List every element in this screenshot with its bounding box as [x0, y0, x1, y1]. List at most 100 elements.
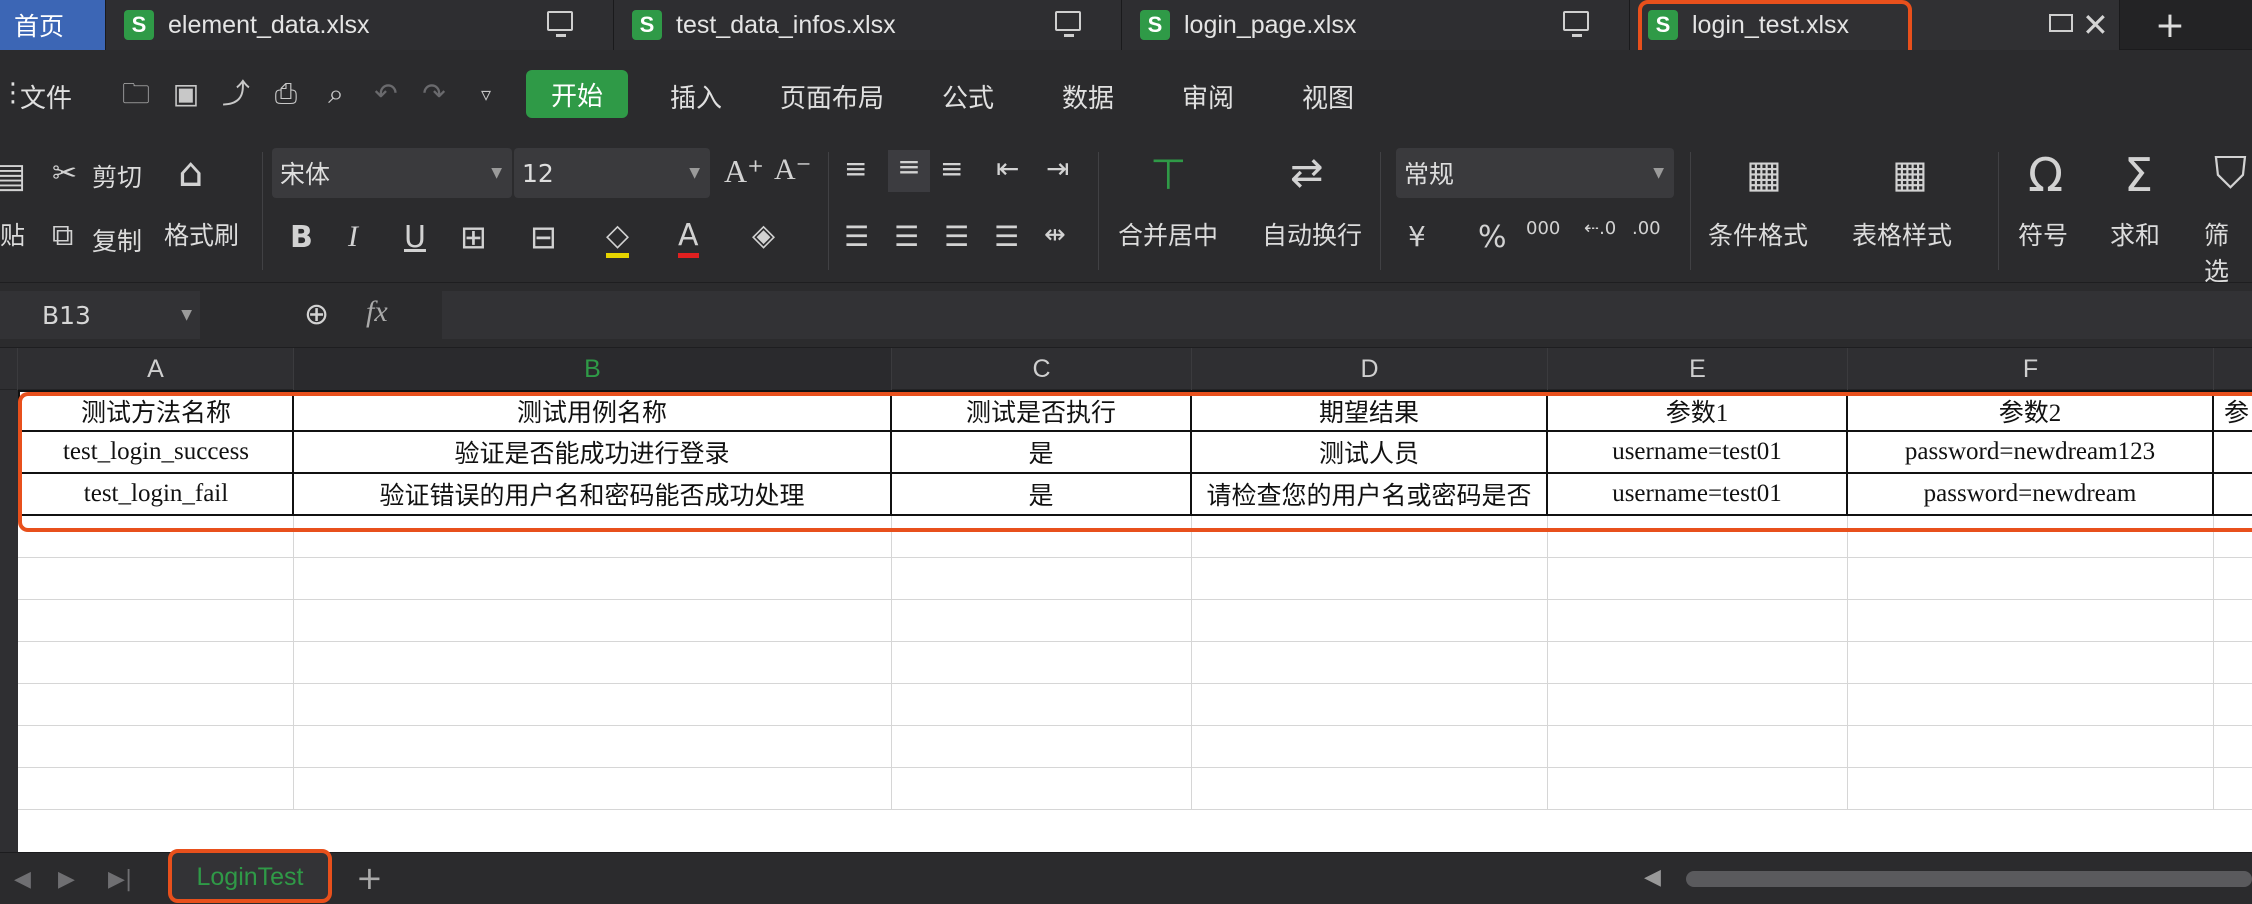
empty-cell[interactable] [1848, 726, 2214, 768]
export-icon[interactable]: ⤴ [220, 78, 252, 110]
increase-decimal-icon[interactable]: ⇠.0 [1584, 218, 1616, 239]
decrease-font-icon[interactable]: A⁻ [774, 152, 812, 187]
empty-cell[interactable] [294, 642, 892, 684]
empty-cell[interactable] [1848, 600, 2214, 642]
next-sheet-icon[interactable]: ▶ [58, 867, 75, 892]
menu-tab-formulas[interactable]: 公式 [942, 78, 994, 115]
monitor-icon[interactable] [1055, 11, 1081, 37]
empty-cell[interactable] [294, 684, 892, 726]
undo-icon[interactable]: ↶ [370, 78, 402, 110]
empty-cell[interactable] [2214, 726, 2252, 768]
scroll-left-icon[interactable]: ◀ [1644, 865, 1661, 890]
empty-cell[interactable] [2214, 600, 2252, 642]
empty-cell[interactable] [892, 768, 1192, 810]
copy-icon[interactable]: ⧉ [52, 218, 73, 253]
outdent-icon[interactable]: ⇤ [996, 152, 1019, 185]
font-size-select[interactable]: 12 ▼ [514, 148, 710, 198]
conditional-format-button[interactable]: 条件格式 [1708, 216, 1808, 252]
thousands-button[interactable]: 000 [1526, 218, 1560, 239]
empty-cell[interactable] [2214, 642, 2252, 684]
empty-cell[interactable] [294, 768, 892, 810]
menu-tab-page-layout[interactable]: 页面布局 [780, 78, 884, 115]
empty-cell[interactable] [294, 558, 892, 600]
menu-tab-insert[interactable]: 插入 [670, 78, 722, 115]
monitor-icon[interactable] [2049, 14, 2073, 32]
customize-toolbar-icon[interactable]: ▿ [470, 78, 502, 110]
last-sheet-icon[interactable]: ▶| [108, 867, 132, 892]
align-center-icon[interactable]: ☰ [894, 220, 919, 253]
symbol-button[interactable]: 符号 [2018, 216, 2068, 252]
wrap-text-icon[interactable]: ⇄ [1290, 150, 1324, 196]
empty-cell[interactable] [1848, 558, 2214, 600]
distributed-icon[interactable]: ⇹ [1044, 220, 1066, 250]
name-box[interactable]: B13 ▼ [0, 291, 200, 339]
empty-cell[interactable] [1548, 726, 1848, 768]
menu-tab-view[interactable]: 视图 [1302, 78, 1354, 115]
sum-button[interactable]: 求和 [2110, 216, 2160, 252]
merge-center-button[interactable]: 合并居中 [1118, 216, 1218, 252]
empty-cell[interactable] [1848, 768, 2214, 810]
empty-cell[interactable] [1548, 558, 1848, 600]
wrap-text-button[interactable]: 自动换行 [1262, 216, 1362, 252]
copy-button[interactable]: 复制 [92, 222, 142, 258]
underline-button[interactable]: U [404, 220, 426, 255]
align-top-icon[interactable]: ≡ [844, 152, 867, 185]
tab-login-page[interactable]: S login_page.xlsx [1122, 0, 1630, 50]
menu-tab-data[interactable]: 数据 [1062, 78, 1114, 115]
empty-cell[interactable] [294, 600, 892, 642]
save-icon[interactable]: ▣ [170, 78, 202, 110]
bold-button[interactable]: B [290, 220, 313, 255]
empty-cell[interactable] [2214, 768, 2252, 810]
fx-button[interactable]: fx [366, 295, 388, 329]
empty-cell[interactable] [1192, 684, 1548, 726]
empty-cell[interactable] [892, 600, 1192, 642]
borders-icon[interactable]: ⊞ [460, 218, 487, 256]
format-painter-button[interactable]: 格式刷 [164, 216, 239, 252]
new-tab-button[interactable]: + [2148, 0, 2192, 50]
select-all-corner[interactable] [0, 348, 18, 390]
filter-button[interactable]: 筛选 [2204, 216, 2252, 288]
cell-style-icon[interactable]: ⊟ [530, 218, 557, 256]
font-name-select[interactable]: 宋体 ▼ [272, 148, 512, 198]
empty-cell[interactable] [1192, 642, 1548, 684]
empty-cell[interactable] [1848, 684, 2214, 726]
menu-tab-start[interactable]: 开始 [526, 70, 628, 118]
empty-cell[interactable] [1192, 726, 1548, 768]
empty-cell[interactable] [1548, 684, 1848, 726]
justify-icon[interactable]: ☰ [994, 220, 1019, 253]
scissors-icon[interactable]: ✂ [52, 156, 77, 191]
percent-button[interactable]: % [1478, 220, 1507, 255]
column-header-d[interactable]: D [1192, 348, 1548, 390]
column-header-a[interactable]: A [18, 348, 294, 390]
add-sheet-button[interactable]: + [356, 859, 383, 897]
tab-test-data-infos[interactable]: S test_data_infos.xlsx [614, 0, 1122, 50]
empty-cell[interactable] [1548, 768, 1848, 810]
column-header-c[interactable]: C [892, 348, 1192, 390]
format-painter-icon[interactable]: ⌂ [178, 150, 203, 196]
column-header-f[interactable]: F [1848, 348, 2214, 390]
monitor-icon[interactable] [547, 11, 573, 37]
first-sheet-icon[interactable]: ◀ [14, 867, 31, 892]
formula-input[interactable] [442, 291, 2252, 339]
currency-icon[interactable]: ¥ [1408, 220, 1426, 253]
empty-cell[interactable] [18, 558, 294, 600]
empty-cell[interactable] [18, 600, 294, 642]
omega-icon[interactable]: Ω [2028, 148, 2063, 202]
italic-button[interactable]: I [348, 220, 358, 254]
empty-cell[interactable] [1548, 600, 1848, 642]
menu-tab-review[interactable]: 审阅 [1182, 78, 1234, 115]
column-header-g[interactable] [2214, 348, 2252, 390]
tab-home[interactable]: 首页 [0, 0, 106, 50]
table-style-button[interactable]: 表格样式 [1852, 216, 1952, 252]
font-color-icon[interactable]: A [678, 218, 699, 258]
empty-cell[interactable] [1848, 642, 2214, 684]
empty-cell[interactable] [1548, 642, 1848, 684]
empty-cell[interactable] [892, 642, 1192, 684]
open-folder-icon[interactable]: 🗀 [120, 78, 152, 110]
fill-color-icon[interactable]: ◇ [606, 218, 630, 258]
empty-cell[interactable] [294, 726, 892, 768]
decrease-decimal-button[interactable]: .00 [1632, 218, 1661, 239]
menu-file[interactable]: 文件 [20, 78, 72, 115]
empty-cell[interactable] [18, 684, 294, 726]
tab-element-data[interactable]: S element_data.xlsx [106, 0, 614, 50]
